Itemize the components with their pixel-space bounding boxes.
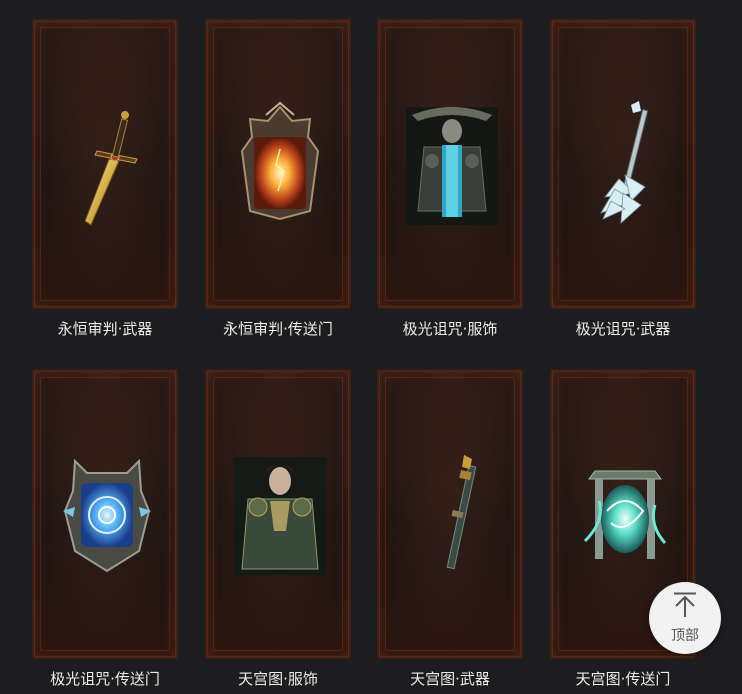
spirit-gate-portal-icon (583, 470, 667, 559)
jade-armor-costume-icon (234, 457, 326, 575)
blue-rune-portal-icon (63, 458, 151, 573)
back-to-top-label: 顶部 (671, 628, 699, 644)
back-to-top-button[interactable]: 顶部 (649, 582, 721, 654)
dark-armor-costume-icon (406, 107, 498, 225)
skin-name-label: 永恒审判·武器 (57, 320, 153, 338)
skin-name-label: 永恒审判·传送门 (223, 320, 333, 338)
skin-name-label: 极光诅咒·传送门 (50, 670, 160, 688)
card-frame (32, 19, 178, 309)
card-frame (377, 369, 523, 659)
fiery-portal-icon (240, 101, 320, 221)
skin-name-label: 天宫图·服饰 (238, 670, 318, 688)
skin-name-label: 极光诅咒·服饰 (402, 320, 498, 338)
ice-spiked-mace-icon (600, 101, 649, 224)
arrow-up-to-top-icon (674, 592, 696, 617)
card-frame (32, 369, 178, 659)
skin-name-label: 天宫图·传送门 (575, 670, 671, 688)
card-frame (205, 369, 351, 659)
golden-sword-icon (84, 111, 138, 226)
skin-name-label: 天宫图·武器 (410, 670, 490, 688)
skin-gallery-grid: 永恒审判·武器 永恒审判·传送门 极光诅咒·服饰 极光诅咒·武器 极光诅咒·传送… (0, 0, 742, 694)
card-frame (205, 19, 351, 309)
card-frame (550, 19, 696, 309)
card-frame (377, 19, 523, 309)
skin-name-label: 极光诅咒·武器 (575, 320, 671, 338)
jade-staff-icon (446, 455, 477, 570)
